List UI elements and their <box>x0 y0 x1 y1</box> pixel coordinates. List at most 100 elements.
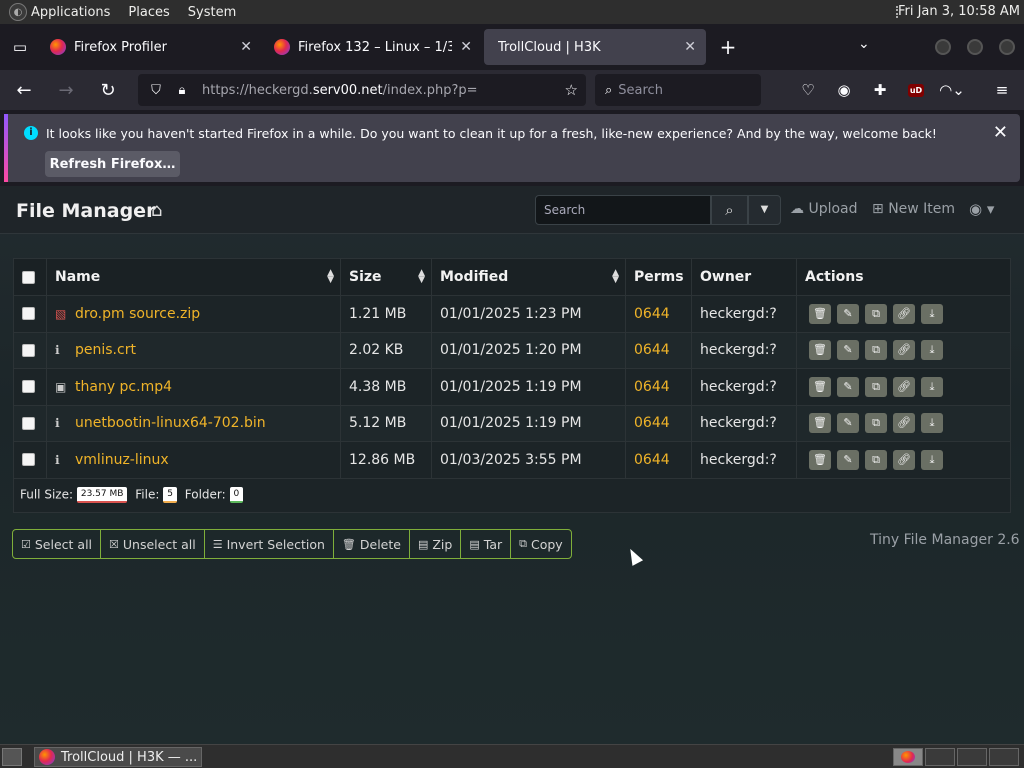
home-icon[interactable]: ⌂ <box>151 200 162 221</box>
search-input[interactable]: Search <box>535 195 711 225</box>
download-action-button[interactable]: ⤓ <box>921 376 943 397</box>
rename-action-button[interactable]: ✎ <box>837 340 859 361</box>
link-action-button[interactable]: 🔗︎ <box>893 376 915 397</box>
perms-link[interactable]: 0644 <box>634 342 670 358</box>
row-checkbox-cell[interactable] <box>13 331 47 369</box>
copy-action-button[interactable]: ⧉ <box>865 303 887 324</box>
lock-icon[interactable]: 🔒︎ <box>174 83 190 98</box>
copy-button[interactable]: ⧉ Copy <box>511 530 571 558</box>
row-checkbox[interactable] <box>22 453 35 467</box>
maximize-window-button[interactable] <box>967 39 983 55</box>
headphones-icon[interactable]: ◠⌄ <box>934 78 970 102</box>
delete-action-button[interactable]: 🗑︎ <box>809 449 831 470</box>
reload-icon[interactable]: ↻ <box>90 74 126 106</box>
file-name-link[interactable]: vmlinuz-linux <box>75 452 169 468</box>
show-desktop-button[interactable] <box>2 748 22 766</box>
sort-icon[interactable]: ▲ ▼ <box>327 269 334 285</box>
copy-action-button[interactable]: ⧉ <box>865 340 887 361</box>
workspace-4[interactable] <box>989 748 1019 766</box>
system-menu[interactable]: System <box>188 5 236 20</box>
table-row[interactable]: ▣ thany pc.mp4 4.38 MB 01/01/2025 1:19 PM 06… <box>13 368 1011 406</box>
link-action-button[interactable]: 🔗︎ <box>893 340 915 361</box>
row-checkbox[interactable] <box>22 307 35 321</box>
link-action-button[interactable]: 🔗︎ <box>893 303 915 324</box>
workspace-2[interactable] <box>925 748 955 766</box>
refresh-firefox-button[interactable]: Refresh Firefox… <box>45 151 180 177</box>
file-name-link[interactable]: dro.pm source.zip <box>75 306 200 322</box>
rename-action-button[interactable]: ✎ <box>837 413 859 434</box>
link-action-button[interactable]: 🔗︎ <box>893 449 915 470</box>
row-checkbox[interactable] <box>22 380 35 394</box>
tab-firefox-profiler[interactable]: Firefox Profiler ✕ <box>40 29 262 65</box>
zip-button[interactable]: ▤ Zip <box>410 530 462 558</box>
extensions-icon[interactable]: ✚ <box>862 78 898 102</box>
rename-action-button[interactable]: ✎ <box>837 449 859 470</box>
back-arrow-icon[interactable]: ← <box>6 74 42 106</box>
tab-trollcloud[interactable]: TrollCloud | H3K ✕ <box>484 29 706 65</box>
unselect-all-button[interactable]: ☒ Unselect all <box>101 530 205 558</box>
rename-action-button[interactable]: ✎ <box>837 303 859 324</box>
close-icon[interactable]: ✕ <box>240 39 252 55</box>
perms-link[interactable]: 0644 <box>634 379 670 395</box>
rename-action-button[interactable]: ✎ <box>837 376 859 397</box>
hamburger-menu-icon[interactable]: ≡ <box>984 78 1020 102</box>
perms-link[interactable]: 0644 <box>634 415 670 431</box>
forward-arrow-icon[interactable]: → <box>48 74 84 106</box>
delete-action-button[interactable]: 🗑︎ <box>809 413 831 434</box>
file-name-link[interactable]: thany pc.mp4 <box>75 379 172 395</box>
table-row[interactable]: ℹ vmlinuz-linux 12.86 MB 01/03/2025 3:55 PM… <box>13 441 1011 479</box>
close-icon[interactable]: ✕ <box>684 39 696 55</box>
search-button[interactable]: ⌕ <box>711 195 748 225</box>
delete-action-button[interactable]: 🗑︎ <box>809 340 831 361</box>
perms-link[interactable]: 0644 <box>634 452 670 468</box>
delete-action-button[interactable]: 🗑︎ <box>809 303 831 324</box>
link-action-button[interactable]: 🔗︎ <box>893 413 915 434</box>
applications-menu[interactable]: Applications <box>31 5 110 20</box>
search-bar[interactable]: ⌕ Search <box>595 74 761 106</box>
delete-button[interactable]: 🗑︎ Delete <box>334 530 410 558</box>
ublock-icon[interactable]: uD <box>898 78 934 102</box>
column-size[interactable]: Size ▲ ▼ <box>340 258 432 296</box>
account-icon[interactable]: ◉ <box>826 78 862 102</box>
new-tab-button[interactable]: + <box>708 35 748 59</box>
header-checkbox[interactable] <box>22 270 35 284</box>
close-icon[interactable]: ✕ <box>460 39 472 55</box>
upload-link[interactable]: ☁ Upload <box>790 201 858 217</box>
page-title[interactable]: File Manager <box>16 200 155 222</box>
new-item-link[interactable]: ⊞ New Item <box>872 201 955 217</box>
invert-selection-button[interactable]: ☰ Invert Selection <box>205 530 334 558</box>
minimize-window-button[interactable] <box>935 39 951 55</box>
row-checkbox-cell[interactable] <box>13 295 47 333</box>
taskbar-window-button[interactable]: TrollCloud | H3K — ... <box>34 747 202 767</box>
download-action-button[interactable]: ⤓ <box>921 413 943 434</box>
select-all-checkbox-cell[interactable] <box>13 258 47 296</box>
copy-action-button[interactable]: ⧉ <box>865 413 887 434</box>
sort-icon[interactable]: ▲ ▼ <box>612 269 619 285</box>
search-dropdown-button[interactable]: ▼ <box>748 195 781 225</box>
column-modified[interactable]: Modified ▲ ▼ <box>431 258 626 296</box>
sort-icon[interactable]: ▲ ▼ <box>418 269 425 285</box>
row-checkbox-cell[interactable] <box>13 441 47 479</box>
chevron-down-icon[interactable]: ⌄ <box>858 36 870 52</box>
close-icon[interactable]: ✕ <box>993 122 1008 143</box>
row-checkbox[interactable] <box>22 416 35 430</box>
select-all-button[interactable]: ☑ Select all <box>13 530 102 558</box>
download-action-button[interactable]: ⤓ <box>921 340 943 361</box>
workspace-1[interactable] <box>893 748 923 766</box>
row-checkbox-cell[interactable] <box>13 368 47 406</box>
table-row[interactable]: ℹ penis.crt 2.02 KB 01/01/2025 1:20 PM 0644 h… <box>13 331 1011 369</box>
clock[interactable]: Fri Jan 3, 10:58 AM <box>898 4 1020 19</box>
download-action-button[interactable]: ⤓ <box>921 303 943 324</box>
table-row[interactable]: ℹ unetbootin-linux64-702.bin 5.12 MB 01/01/… <box>13 404 1011 442</box>
copy-action-button[interactable]: ⧉ <box>865 376 887 397</box>
workspace-3[interactable] <box>957 748 987 766</box>
close-window-button[interactable] <box>999 39 1015 55</box>
file-name-link[interactable]: unetbootin-linux64-702.bin <box>75 415 266 431</box>
bookmark-star-icon[interactable]: ☆ <box>565 81 578 99</box>
firefox-view-icon[interactable]: ▭ <box>0 24 40 70</box>
tar-button[interactable]: ▤ Tar <box>461 530 512 558</box>
row-checkbox-cell[interactable] <box>13 404 47 442</box>
tab-firefox-132[interactable]: Firefox 132 – Linux – 1/3/202 ✕ <box>264 29 482 65</box>
url-bar[interactable]: ⛉ 🔒︎ https://heckergd.serv00.net/index.p… <box>138 74 586 106</box>
shield-icon[interactable]: ⛉ <box>148 83 164 98</box>
